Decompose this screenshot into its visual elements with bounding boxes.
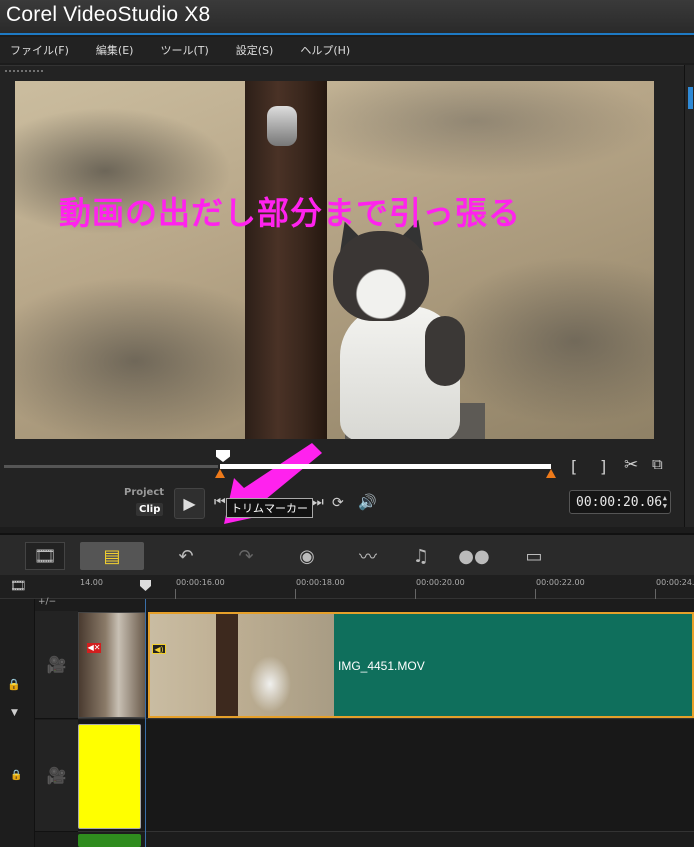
- right-panel-edge: [684, 65, 694, 527]
- lock-icon[interactable]: 🔒: [7, 679, 21, 690]
- timeline-toolbar: 🎞 ▤ ↶ ↷ ◉ 〰 ♫ ●● ▭: [0, 533, 694, 575]
- menu-help[interactable]: ヘルプ(H): [300, 42, 350, 58]
- menu-tools[interactable]: ツール(T): [160, 42, 208, 58]
- chevron-down-icon[interactable]: ▼: [11, 709, 18, 718]
- menu-bar: ファイル(F) 編集(E) ツール(T) 設定(S) ヘルプ(H): [0, 37, 694, 63]
- scrub-track[interactable]: [4, 465, 218, 468]
- trim-marker-tooltip: トリムマーカー: [226, 498, 313, 518]
- mark-out-button[interactable]: ]: [600, 459, 606, 475]
- ruler-label: 00:00:16.00: [176, 578, 225, 587]
- timeline-view-button[interactable]: ▤: [80, 542, 144, 570]
- timecode-field[interactable]: 00:00:20.06 ▲ ▼: [569, 490, 671, 514]
- enlarge-icon[interactable]: ⧉: [652, 457, 663, 472]
- menu-file[interactable]: ファイル(F): [10, 42, 69, 58]
- faucet: [267, 106, 297, 146]
- video-clip[interactable]: ◀✕: [78, 612, 146, 718]
- trim-marker-end[interactable]: [546, 469, 556, 478]
- waveform-icon: 〰: [359, 547, 377, 568]
- sound-mixer-button[interactable]: 〰: [348, 542, 388, 570]
- timecode-value: 00:00:20.06: [576, 494, 663, 510]
- track-controls-column: 🔒 ▼ 🔒: [0, 599, 35, 847]
- redo-icon: ↷: [238, 545, 254, 567]
- track-manager-icon[interactable]: 🎞: [10, 580, 27, 593]
- color-clip[interactable]: [78, 724, 141, 829]
- video-preview: 動画の出だし部分まで引っ張る: [15, 81, 654, 439]
- audio-clip[interactable]: [78, 834, 141, 847]
- record-icon: ◉: [299, 545, 315, 567]
- trimmed-range[interactable]: [220, 464, 551, 469]
- ruler-label: 00:00:20.00: [416, 578, 465, 587]
- clip-thumbnail: [150, 614, 334, 716]
- overlay-track-icon: 🎥: [46, 765, 67, 785]
- video-clip-selected[interactable]: ◀) IMG_4451.MOV: [148, 612, 694, 718]
- volume-icon[interactable]: 🔊: [358, 495, 377, 510]
- subtitle-editor-button[interactable]: ▭: [514, 542, 554, 570]
- playhead-line: [145, 599, 146, 847]
- redo-button[interactable]: ↷: [226, 542, 266, 570]
- end-icon[interactable]: ⏭: [312, 496, 324, 509]
- overlay-track-header[interactable]: 🎥: [35, 720, 78, 832]
- audio-on-icon[interactable]: ◀): [152, 644, 166, 654]
- play-icon: ▶: [183, 494, 196, 513]
- undo-icon: ↶: [178, 545, 194, 567]
- auto-music-button[interactable]: ♫: [401, 542, 441, 570]
- app-title: Corel VideoStudio X8: [6, 3, 211, 26]
- player-panel: 動画の出だし部分まで引っ張る [ ] ✂ ⧉ Project Clip ▶ ⏮ …: [0, 65, 684, 527]
- ruler-label: 00:00:22.00: [536, 578, 585, 587]
- clip-name: IMG_4451.MOV: [338, 659, 425, 673]
- menu-edit[interactable]: 編集(E): [96, 42, 134, 58]
- ruler-label: 00:00:24.00: [656, 578, 694, 587]
- annotation-text: 動画の出だし部分まで引っ張る: [59, 194, 522, 232]
- app-window: Corel VideoStudio X8 ファイル(F) 編集(E) ツール(T…: [0, 0, 694, 847]
- filmstrip-icon: 🎞: [33, 545, 57, 567]
- lock-icon[interactable]: 🔒: [10, 771, 22, 781]
- mode-project-label[interactable]: Project: [124, 487, 164, 498]
- title-bar: Corel VideoStudio X8: [0, 0, 694, 35]
- motion-tracking-button[interactable]: ●●: [454, 542, 494, 570]
- ruler-label: 14.00: [80, 578, 103, 587]
- mode-clip-label[interactable]: Clip: [136, 503, 164, 516]
- video-track-icon: 🎥: [46, 654, 67, 674]
- music-icon: ♫: [412, 545, 430, 567]
- timecode-spinner[interactable]: ▲ ▼: [663, 494, 667, 510]
- subtitle-icon: ▭: [525, 545, 543, 567]
- menu-settings[interactable]: 設定(S): [236, 42, 274, 58]
- overlay-track: [78, 720, 694, 832]
- timeline-icon: ▤: [103, 545, 121, 567]
- video-track: ◀✕ ◀) IMG_4451.MOV: [78, 611, 694, 719]
- panel-grip[interactable]: [4, 69, 44, 73]
- undo-button[interactable]: ↶: [166, 542, 206, 570]
- home-icon[interactable]: ⏮: [214, 496, 226, 509]
- storyboard-view-button[interactable]: 🎞: [25, 542, 65, 570]
- cat-head: [333, 231, 429, 321]
- play-button[interactable]: ▶: [174, 488, 205, 519]
- timeline-ruler[interactable]: 🎞 14.00 00:00:16.00 00:00:18.00 00:00:20…: [0, 575, 694, 599]
- tracking-icon: ●●: [458, 545, 490, 567]
- record-capture-button[interactable]: ◉: [287, 542, 327, 570]
- ruler-label: 00:00:18.00: [296, 578, 345, 587]
- scissors-icon[interactable]: ✂: [624, 457, 638, 474]
- audio-muted-icon[interactable]: ◀✕: [87, 643, 101, 653]
- mark-in-button[interactable]: [: [571, 459, 577, 475]
- zoom-control[interactable]: +/−: [38, 598, 56, 607]
- video-track-header[interactable]: 🎥: [35, 611, 78, 719]
- repeat-icon[interactable]: ⟳: [332, 496, 344, 510]
